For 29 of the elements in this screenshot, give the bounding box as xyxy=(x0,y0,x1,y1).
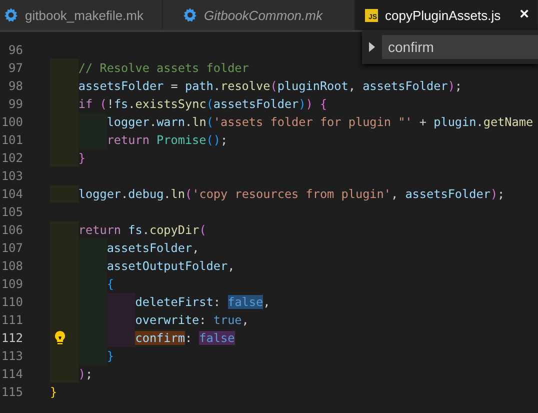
line-number: 114 xyxy=(0,367,23,381)
line-number: 102 xyxy=(0,151,23,165)
line-number: 98 xyxy=(8,79,23,93)
line-number: 107 xyxy=(0,241,23,255)
line-number: 111 xyxy=(0,313,23,327)
line-number: 110 xyxy=(0,295,23,309)
line-number: 99 xyxy=(8,97,23,111)
line-number: 109 xyxy=(0,277,23,291)
gear-icon xyxy=(4,8,18,22)
close-icon[interactable]: × xyxy=(520,6,529,24)
editor-tab[interactable]: gitbook_makefile.mk xyxy=(0,0,163,30)
expand-toggle-icon[interactable] xyxy=(368,42,376,52)
line-number: 96 xyxy=(8,43,23,57)
code-line: } xyxy=(50,384,58,401)
find-input[interactable]: confirm xyxy=(382,35,538,59)
lightbulb-icon[interactable] xyxy=(54,331,66,345)
line-number: 103 xyxy=(0,169,23,183)
line-number: 113 xyxy=(0,349,23,363)
line-number: 108 xyxy=(0,259,23,273)
line-number: 97 xyxy=(8,61,23,75)
line-number: 112 xyxy=(0,331,23,345)
line-number: 115 xyxy=(0,385,23,399)
editor-tab[interactable]: GitbookCommon.mk xyxy=(163,0,355,30)
line-number: 105 xyxy=(0,205,23,219)
line-number: 104 xyxy=(0,187,23,201)
line-number: 101 xyxy=(0,133,23,147)
gear-icon xyxy=(183,8,197,22)
line-number: 100 xyxy=(0,115,23,129)
line-number: 106 xyxy=(0,223,23,237)
